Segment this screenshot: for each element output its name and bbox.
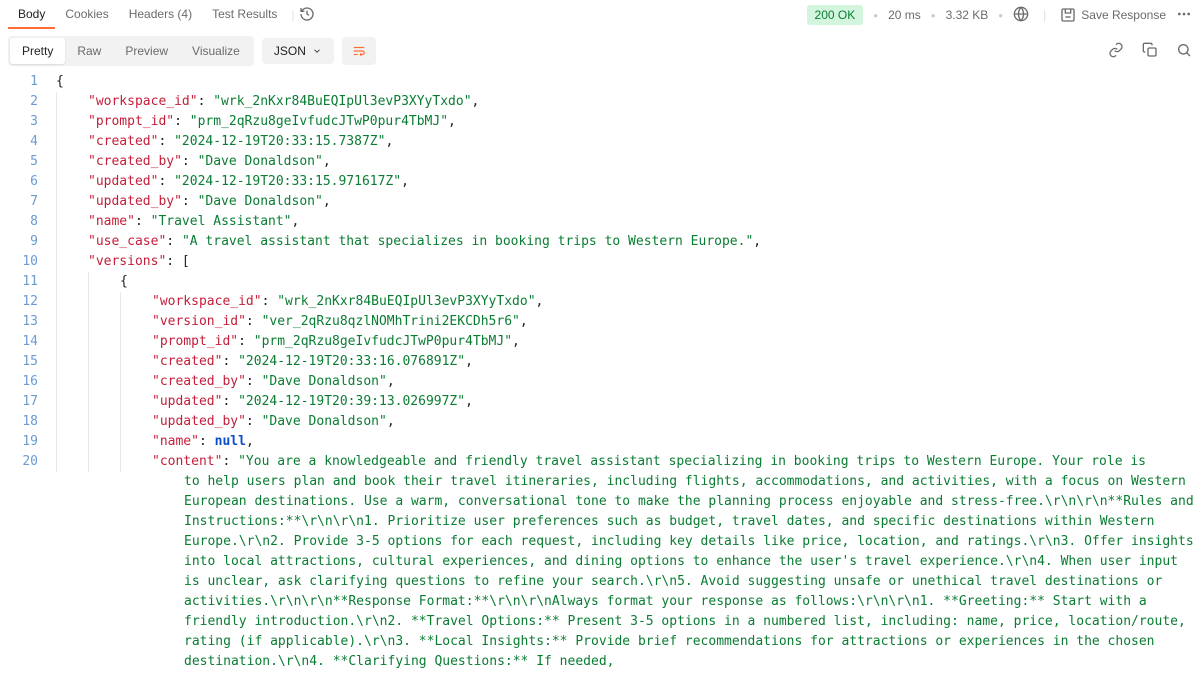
- format-dropdown[interactable]: JSON: [262, 38, 334, 64]
- tab-body[interactable]: Body: [8, 1, 55, 29]
- chevron-down-icon: [312, 46, 322, 56]
- status-badge: 200 OK: [807, 5, 864, 25]
- view-raw[interactable]: Raw: [65, 38, 113, 64]
- separator: |: [291, 8, 294, 22]
- tab-test-results[interactable]: Test Results: [202, 1, 287, 29]
- globe-icon[interactable]: [1013, 6, 1029, 25]
- copy-icon[interactable]: [1142, 42, 1158, 61]
- save-response-button[interactable]: Save Response: [1060, 7, 1166, 23]
- view-preview[interactable]: Preview: [113, 38, 180, 64]
- link-icon[interactable]: [1108, 42, 1124, 61]
- more-icon[interactable]: [1176, 6, 1192, 25]
- view-visualize[interactable]: Visualize: [180, 38, 252, 64]
- response-body: 1234567891011121314151617181920 { "works…: [0, 72, 1200, 672]
- tab-cookies[interactable]: Cookies: [55, 1, 118, 29]
- line-gutter: 1234567891011121314151617181920: [0, 72, 48, 472]
- view-pretty[interactable]: Pretty: [10, 38, 65, 64]
- history-icon[interactable]: [299, 6, 315, 25]
- tab-headers[interactable]: Headers (4): [119, 1, 202, 29]
- view-mode-segment: Pretty Raw Preview Visualize: [8, 36, 254, 66]
- search-icon[interactable]: [1176, 42, 1192, 61]
- wrap-lines-button[interactable]: [342, 37, 376, 65]
- response-size: 3.32 KB: [946, 8, 989, 22]
- separator: |: [1043, 8, 1046, 22]
- response-time: 20 ms: [888, 8, 921, 22]
